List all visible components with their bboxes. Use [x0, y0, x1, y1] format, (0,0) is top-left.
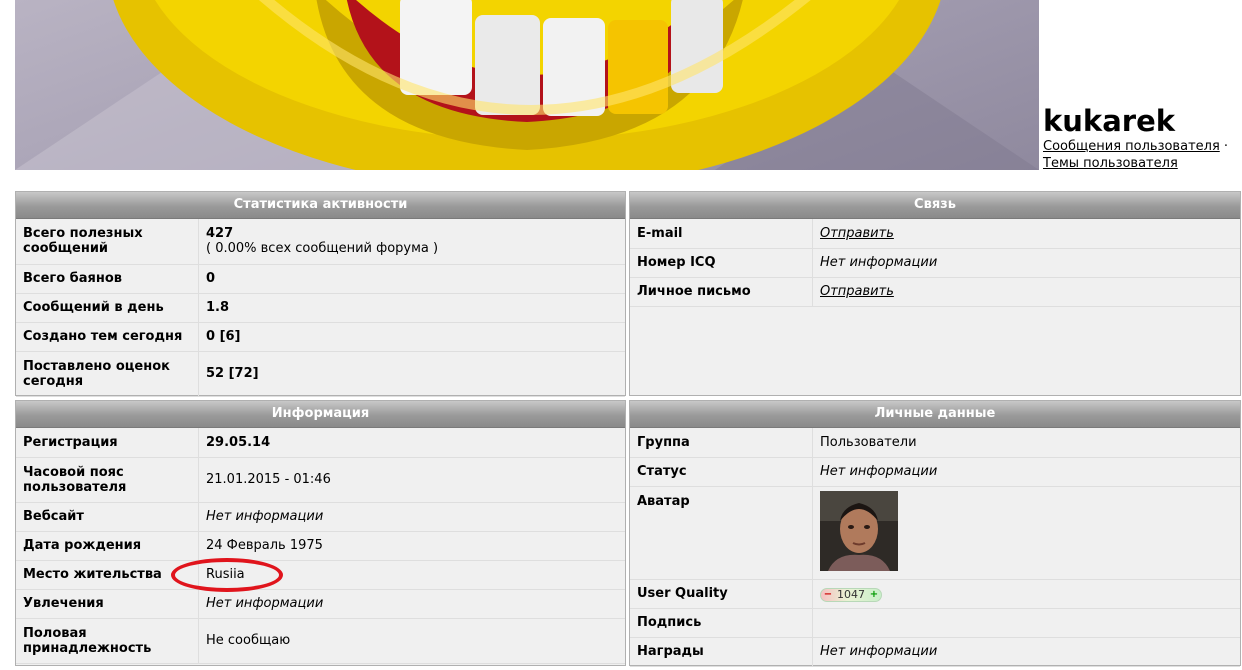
- info-value: 24 Февраль 1975: [198, 531, 625, 561]
- table-row: Награды Нет информации: [630, 637, 1240, 667]
- profile-header: kukarek Сообщения пользователя · Темы по…: [1043, 104, 1228, 172]
- info-label: Увлечения: [16, 589, 199, 619]
- table-row: Увлечения Нет информации: [16, 589, 625, 619]
- personal-value: Пользователи: [812, 428, 1240, 458]
- table-row: Группа Пользователи: [630, 428, 1240, 458]
- stat-label: Создано тем сегодня: [16, 322, 199, 352]
- info-label: Регистрация: [16, 428, 199, 458]
- table-row: User Quality − 1047 +: [630, 579, 1240, 609]
- info-value: 21.01.2015 - 01:46: [198, 457, 625, 503]
- username: kukarek: [1043, 104, 1176, 138]
- contact-label: E-mail: [630, 219, 813, 249]
- info-label: Часовой пояс пользователя: [16, 457, 199, 503]
- contact-value: Отправить: [812, 219, 1240, 249]
- stat-value-number: 427: [206, 226, 234, 242]
- send-pm-link[interactable]: Отправить: [820, 284, 894, 299]
- table-row: Сообщений в день 1.8: [16, 293, 625, 323]
- stat-value: 1.8: [198, 293, 625, 323]
- info-panel-title: Информация: [16, 401, 625, 428]
- info-table: Регистрация 29.05.14 Часовой пояс пользо…: [16, 428, 625, 664]
- info-label: Место жительства: [16, 560, 199, 590]
- personal-label: User Quality: [630, 579, 813, 609]
- contact-panel-title: Связь: [630, 192, 1240, 219]
- info-panel: Информация Регистрация 29.05.14 Часовой …: [15, 400, 626, 666]
- info-label: Вебсайт: [16, 502, 199, 532]
- stat-value-sub: ( 0.00% всех сообщений форума ): [206, 241, 439, 257]
- contact-label: Личное письмо: [630, 277, 813, 307]
- contact-label: Номер ICQ: [630, 248, 813, 278]
- contact-panel: Связь E-mail Отправить Номер ICQ Нет инф…: [629, 191, 1241, 396]
- rate-up-button[interactable]: +: [869, 589, 879, 600]
- contact-value: Отправить: [812, 277, 1240, 307]
- stat-label: Всего полезных сообщений: [16, 219, 199, 265]
- stat-value: 52 [72]: [198, 351, 625, 397]
- table-row: Дата рождения 24 Февраль 1975: [16, 531, 625, 561]
- user-topics-link[interactable]: Темы пользователя: [1043, 156, 1178, 171]
- table-row: Статус Нет информации: [630, 457, 1240, 487]
- profile-banner: [15, 0, 1039, 170]
- stats-panel-title: Статистика активности: [16, 192, 625, 219]
- personal-table: Группа Пользователи Статус Нет информаци…: [630, 428, 1240, 667]
- table-row: Всего баянов 0: [16, 264, 625, 294]
- stats-table: Всего полезных сообщений 427( 0.00% всех…: [16, 219, 625, 397]
- info-label: Половая принадлежность: [16, 618, 199, 664]
- info-value: Нет информации: [198, 502, 625, 532]
- table-row: Аватар: [630, 486, 1240, 580]
- personal-label: Награды: [630, 637, 813, 667]
- info-value: Не сообщаю: [198, 618, 625, 664]
- table-row: Номер ICQ Нет информации: [630, 248, 1240, 278]
- info-label: Дата рождения: [16, 531, 199, 561]
- rate-down-button[interactable]: −: [823, 589, 833, 600]
- personal-panel-title: Личные данные: [630, 401, 1240, 428]
- table-row: Часовой пояс пользователя 21.01.2015 - 0…: [16, 457, 625, 503]
- personal-value: [812, 486, 1240, 580]
- user-posts-link[interactable]: Сообщения пользователя: [1043, 139, 1220, 154]
- table-row: Личное письмо Отправить: [630, 277, 1240, 307]
- personal-value: [812, 608, 1240, 638]
- smiley-banner-image: [15, 0, 1039, 170]
- send-email-link[interactable]: Отправить: [820, 226, 894, 241]
- table-row: Создано тем сегодня 0 [6]: [16, 322, 625, 352]
- table-row: Поставлено оценок сегодня 52 [72]: [16, 351, 625, 397]
- personal-value: Нет информации: [812, 457, 1240, 487]
- info-value: Нет информации: [198, 589, 625, 619]
- stat-label: Поставлено оценок сегодня: [16, 351, 199, 397]
- stat-value: 0: [198, 264, 625, 294]
- avatar: [820, 490, 898, 571]
- contact-table: E-mail Отправить Номер ICQ Нет информаци…: [630, 219, 1240, 307]
- personal-label: Аватар: [630, 486, 813, 580]
- table-row: Регистрация 29.05.14: [16, 428, 625, 458]
- table-row: E-mail Отправить: [630, 219, 1240, 249]
- stat-value: 0 [6]: [198, 322, 625, 352]
- personal-value: − 1047 +: [812, 579, 1240, 609]
- table-row: Место жительства Rusiia: [16, 560, 625, 590]
- stats-panel: Статистика активности Всего полезных соо…: [15, 191, 626, 397]
- stat-label: Сообщений в день: [16, 293, 199, 323]
- personal-value: Нет информации: [812, 637, 1240, 667]
- profile-links: Сообщения пользователя · Темы пользовате…: [1043, 138, 1228, 172]
- stat-label: Всего баянов: [16, 264, 199, 294]
- personal-label: Подпись: [630, 608, 813, 638]
- table-row: Подпись: [630, 608, 1240, 638]
- info-value: 29.05.14: [198, 428, 625, 458]
- personal-label: Группа: [630, 428, 813, 458]
- info-value: Rusiia: [198, 560, 625, 590]
- user-quality-value: 1047: [837, 588, 865, 601]
- link-separator: ·: [1219, 139, 1229, 154]
- user-quality-rating: − 1047 +: [820, 587, 882, 602]
- stat-value: 427( 0.00% всех сообщений форума ): [198, 219, 625, 265]
- table-row: Всего полезных сообщений 427( 0.00% всех…: [16, 219, 625, 265]
- personal-label: Статус: [630, 457, 813, 487]
- table-row: Половая принадлежность Не сообщаю: [16, 618, 625, 664]
- contact-value: Нет информации: [812, 248, 1240, 278]
- personal-panel: Личные данные Группа Пользователи Статус…: [629, 400, 1241, 667]
- table-row: Вебсайт Нет информации: [16, 502, 625, 532]
